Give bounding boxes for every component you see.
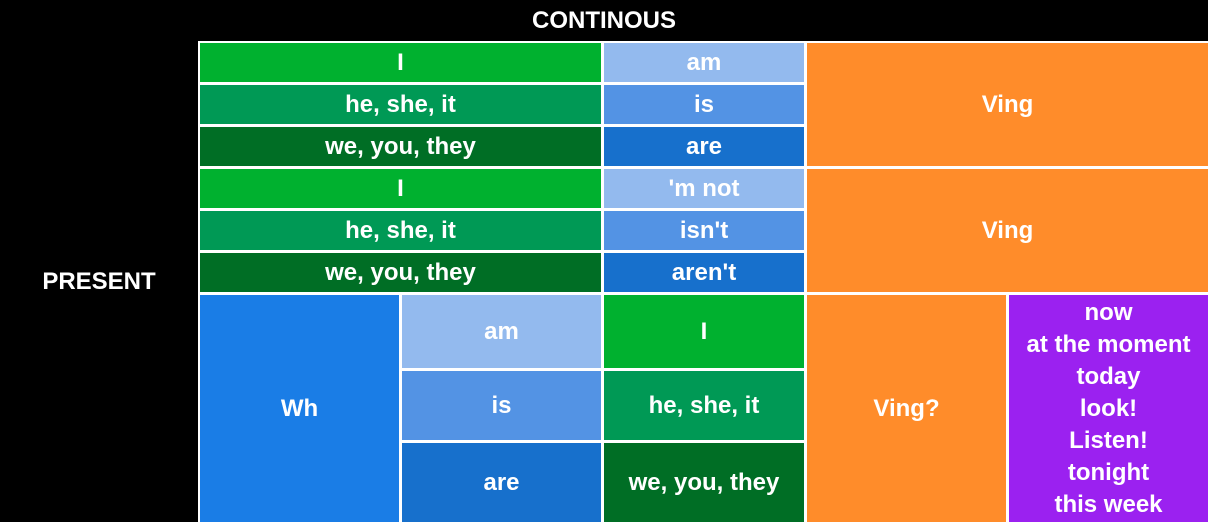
negative-subject-he-she-it: he, she, it [200, 211, 601, 250]
affirmative-verb-are: are [604, 127, 804, 166]
negative-subject-we-you-they: we, you, they [200, 253, 601, 292]
affirmative-ending: Ving [807, 43, 1208, 166]
affirmative-verb-is: is [604, 85, 804, 124]
question-ending: Ving? [807, 295, 1006, 522]
grammar-table: I he, she, it we, you, they am is are Vi… [198, 41, 1208, 522]
negative-verb-m-not: 'm not [604, 169, 804, 208]
negative-verb-isnt: isn't [604, 211, 804, 250]
question-verb-are: are [402, 443, 601, 522]
question-subject-i: I [604, 295, 804, 368]
time-markers: now at the moment today look! Listen! to… [1009, 295, 1208, 522]
affirmative-verb-am: am [604, 43, 804, 82]
time-marker: tonight [1067, 458, 1150, 486]
time-marker: today [1076, 362, 1141, 390]
negative-subject-i: I [200, 169, 601, 208]
time-marker: this week [1054, 490, 1163, 518]
time-marker: at the moment [1026, 330, 1191, 358]
question-subject-we-you-they: we, you, they [604, 443, 804, 522]
question-wh: Wh [200, 295, 399, 522]
negative-verb-arent: aren't [604, 253, 804, 292]
question-verb-is: is [402, 371, 601, 440]
negative-ending: Ving [807, 169, 1208, 292]
time-marker: look! [1079, 394, 1138, 422]
affirmative-subject-we-you-they: we, you, they [200, 127, 601, 166]
time-marker: Listen! [1069, 426, 1148, 454]
question-subject-he-she-it: he, she, it [604, 371, 804, 440]
time-marker: now [1084, 298, 1133, 326]
affirmative-subject-he-she-it: he, she, it [200, 85, 601, 124]
question-verb-am: am [402, 295, 601, 368]
tense-label: PRESENT [42, 267, 156, 295]
affirmative-subject-i: I [200, 43, 601, 82]
table-title: CONTINOUS [532, 6, 676, 34]
